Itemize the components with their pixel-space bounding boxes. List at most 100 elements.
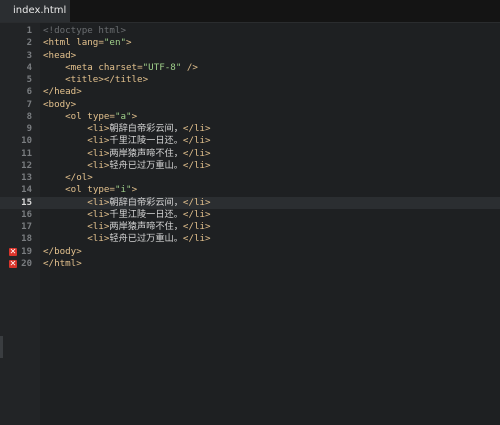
code-text: <li>千里江陵一日还。</li> (43, 135, 211, 147)
code-token-attr: charset (98, 61, 138, 73)
code-token-text: 千里江陵一日还。 (109, 135, 183, 147)
line-number: 16 (21, 209, 32, 220)
code-line[interactable]: 5 <title></title> (0, 74, 500, 86)
line-number: 2 (26, 38, 32, 49)
code-line[interactable]: 3 <head> (0, 50, 500, 62)
code-token-attr: type (87, 110, 110, 122)
line-number: 14 (21, 185, 32, 196)
code-token-tag: <head> (43, 49, 77, 61)
code-token-tag: <ol (65, 110, 88, 122)
line-number: 19 (21, 246, 32, 257)
line-number: 1 (26, 26, 32, 36)
code-line[interactable]: 1 <!doctype html> (0, 25, 500, 37)
code-line[interactable]: 17 <li>两岸猿声啼不住，</li> (0, 221, 500, 233)
code-token-text: 两岸猿声啼不住， (109, 147, 183, 159)
code-line[interactable]: 14 <ol type="i"> (0, 184, 500, 196)
code-token-val: "UTF-8" (142, 61, 182, 73)
code-token-tag: > (126, 37, 132, 49)
line-number: 3 (26, 50, 32, 61)
code-token-tag: </html> (43, 257, 82, 269)
code-text: <ol type="a"> (43, 111, 137, 123)
code-token-tag: </body> (43, 245, 82, 257)
line-number: 20 (21, 258, 32, 269)
line-number: 17 (21, 222, 32, 232)
code-line[interactable]: 15 <li>朝辞白帝彩云间，</li> (0, 196, 500, 209)
code-line[interactable]: 8 <ol type="a"> (0, 111, 500, 123)
code-line[interactable]: 11 <li>两岸猿声啼不住，</li> (0, 148, 500, 160)
code-text: <html lang="en"> (43, 37, 132, 49)
line-number: 7 (26, 99, 32, 110)
code-token-tag: /> (181, 61, 198, 73)
code-line[interactable]: 9 <li>朝辞白帝彩云间，</li> (0, 123, 500, 135)
code-text: <li>千里江陵一日还。</li> (43, 208, 210, 221)
code-token-tag: <html (43, 37, 77, 49)
code-token-tag: </li> (182, 147, 211, 159)
code-token-tag: <title></title> (65, 74, 149, 85)
code-token-text: 轻舟已过万重山。 (109, 233, 183, 245)
code-line[interactable]: 16 <li>千里江陵一日还。</li> (0, 209, 500, 221)
code-token-tag: </li> (182, 196, 211, 208)
code-text: <ol type="i"> (43, 184, 137, 196)
code-token-tag: <body> (43, 98, 77, 110)
code-token-val: "en" (103, 37, 127, 49)
tab-index-html[interactable]: index.html (0, 0, 70, 22)
code-token-tag: <li> (87, 159, 110, 171)
code-line[interactable]: 7 <body> (0, 99, 500, 111)
code-text: </html> (43, 258, 82, 270)
code-token-val: "i" (114, 184, 132, 196)
code-token-comment: <!doctype html> (43, 25, 126, 36)
code-text: <body> (43, 99, 76, 111)
code-token-tag: </li> (182, 233, 211, 245)
line-number: 18 (21, 234, 32, 245)
code-token-tag: <meta (65, 61, 99, 73)
code-token-tag: <li> (87, 123, 110, 134)
line-number: 9 (26, 124, 32, 134)
code-token-tag: </li> (182, 159, 211, 171)
code-line[interactable]: 18 <li>轻舟已过万重山。</li> (0, 233, 500, 245)
line-number: 8 (26, 111, 32, 122)
code-line[interactable]: 2 <html lang="en"> (0, 37, 500, 49)
code-token-tag: </head> (43, 86, 82, 98)
code-line[interactable]: ✕ 19 </body> (0, 246, 500, 258)
code-token-tag: <li> (87, 147, 110, 159)
code-token-tag: > (131, 184, 138, 196)
code-token-text: 轻舟已过万重山。 (109, 159, 183, 171)
code-text: <li>朝辞白帝彩云间，</li> (43, 123, 210, 135)
line-number: 5 (26, 75, 32, 85)
code-line[interactable]: 12 <li>轻舟已过万重山。</li> (0, 160, 500, 172)
code-token-text: 两岸猿声啼不住， (109, 221, 183, 232)
code-line[interactable]: 13 </ol> (0, 172, 500, 184)
code-text: <!doctype html> (43, 25, 126, 37)
code-editor-window: index.html 1 <!doctype html> 2 <html lang="… (0, 0, 500, 425)
code-text: <li>两岸猿声啼不住，</li> (43, 221, 210, 233)
code-text: </head> (43, 86, 82, 98)
code-line[interactable]: 10 <li>千里江陵一日还。</li> (0, 135, 500, 147)
code-token-tag: </li> (182, 135, 211, 147)
code-token-tag: > (131, 110, 138, 122)
code-text: <li>两岸猿声啼不住，</li> (43, 147, 211, 160)
line-number: 15 (21, 197, 32, 208)
code-text: <meta charset="UTF-8" /> (43, 62, 198, 74)
code-text: </body> (43, 246, 82, 258)
code-line[interactable]: ✕ 20 </html> (0, 258, 500, 270)
code-token-tag: <li> (87, 196, 110, 208)
code-token-tag: </ol> (65, 172, 93, 183)
code-text: </ol> (43, 172, 93, 184)
code-line[interactable]: 4 <meta charset="UTF-8" /> (0, 62, 500, 74)
code-token-val: "a" (114, 110, 132, 122)
line-number: 13 (21, 173, 32, 183)
code-token-text: 千里江陵一日还。 (109, 208, 183, 220)
code-line[interactable]: 6 </head> (0, 86, 500, 98)
line-number: 11 (21, 148, 32, 159)
